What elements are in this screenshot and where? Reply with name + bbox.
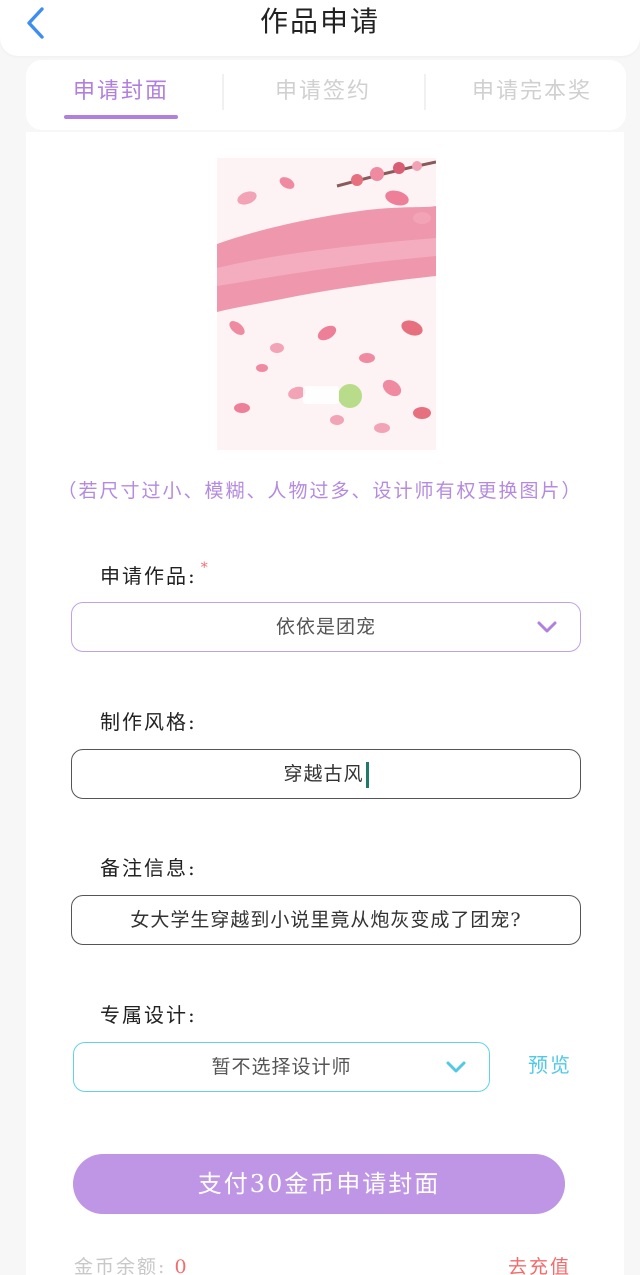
- tab-apply-contract[interactable]: 申请签约: [266, 74, 380, 122]
- note-input-value: 女大学生穿越到小说里竟从炮灰变成了团宠?: [130, 909, 522, 931]
- note-input[interactable]: 女大学生穿越到小说里竟从炮灰变成了团宠?: [71, 895, 581, 945]
- tab-bar: 申请封面 申请签约 申请完本奖: [26, 60, 626, 130]
- chevron-down-icon: [446, 1061, 466, 1073]
- designer-select-value: 暂不选择设计师: [211, 1056, 352, 1078]
- work-label: 申请作品: *: [100, 560, 210, 589]
- preview-link[interactable]: 预览: [528, 1049, 572, 1078]
- style-input-value: 穿越古风: [283, 763, 364, 785]
- page-title: 作品申请: [259, 5, 380, 38]
- style-label: 制作风格:: [100, 710, 197, 734]
- cover-illustration: [217, 158, 436, 450]
- style-input[interactable]: 穿越古风: [71, 749, 581, 799]
- coin-balance: 金币余额: 0: [74, 1252, 189, 1275]
- coin-balance-label: 金币余额:: [74, 1256, 167, 1275]
- designer-select[interactable]: 暂不选择设计师: [73, 1042, 490, 1092]
- work-select[interactable]: 依依是团宠: [71, 602, 581, 652]
- note-label: 备注信息:: [100, 856, 197, 880]
- coin-balance-value: 0: [174, 1256, 189, 1275]
- required-mark: *: [200, 560, 210, 576]
- text-cursor: [365, 762, 369, 788]
- pay-apply-cover-button[interactable]: 支付30金币申请封面: [73, 1154, 565, 1214]
- work-label-text: 申请作品:: [100, 564, 197, 588]
- designer-label: 专属设计:: [100, 1003, 197, 1027]
- tab-divider: [222, 74, 224, 110]
- cover-hint-text: （若尺寸过小、模糊、人物过多、设计师有权更换图片）: [57, 480, 583, 502]
- tab-divider: [424, 74, 426, 110]
- tab-apply-completion-award[interactable]: 申请完本奖: [462, 74, 602, 122]
- chevron-down-icon: [537, 621, 557, 633]
- active-tab-indicator: [64, 115, 178, 119]
- work-select-value: 依依是团宠: [275, 616, 376, 638]
- top-bar: 作品申请: [0, 0, 640, 56]
- book-cover-image: [217, 158, 436, 450]
- recharge-link[interactable]: 去充值: [508, 1252, 571, 1275]
